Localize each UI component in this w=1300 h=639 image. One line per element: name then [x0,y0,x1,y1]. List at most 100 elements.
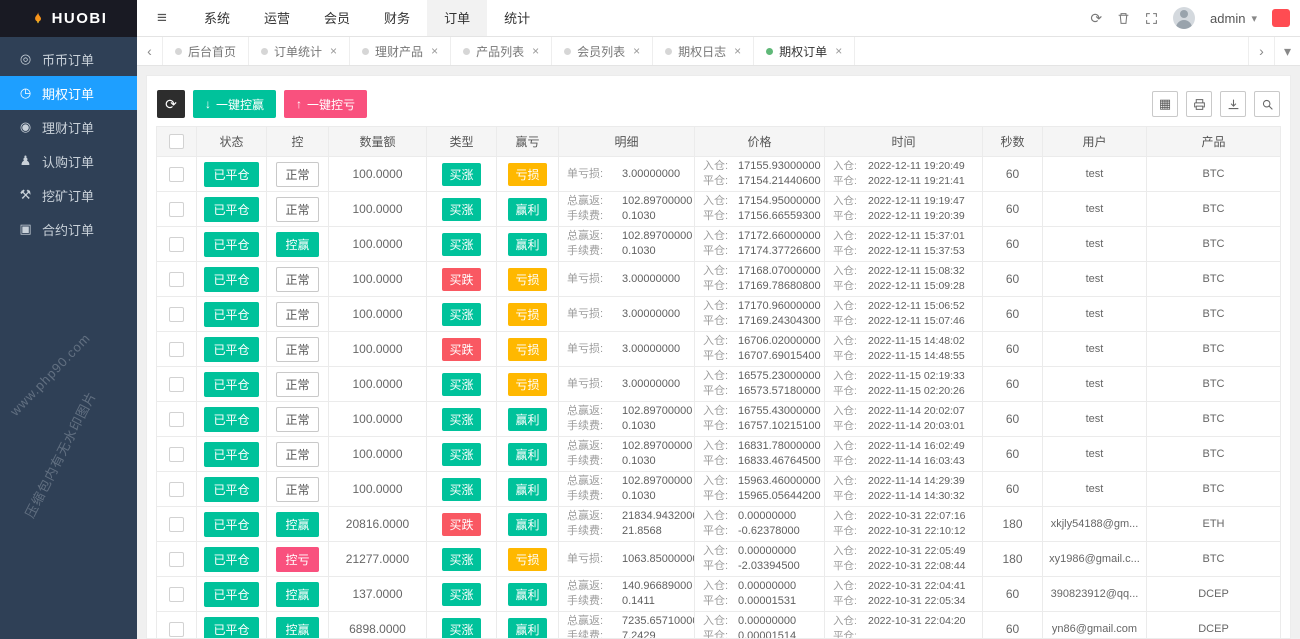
row-checkbox[interactable] [169,482,184,497]
top-nav-item[interactable]: 运营 [247,0,307,36]
refresh-table-button[interactable]: ⟳ [157,90,185,118]
checkbox-header-cell [157,127,197,157]
control-button[interactable]: 控赢 [276,512,318,537]
row-checkbox[interactable] [169,272,184,287]
sidebar-item-finance-orders[interactable]: ◉理财订单 [0,110,137,144]
one-key-control-win-button[interactable]: ↓ 一键控赢 [193,90,276,118]
row-checkbox[interactable] [169,412,184,427]
sidebar-item-coin-orders[interactable]: ◎币币订单 [0,42,137,76]
top-nav-item[interactable]: 财务 [367,0,427,36]
alert-badge[interactable] [1272,9,1290,27]
tab-item[interactable]: 会员列表× [552,37,653,65]
control-button[interactable]: 控赢 [276,582,318,607]
status-button[interactable]: 已平仓 [204,267,258,292]
time-entry-line: 入仓:2022-11-15 14:48:02 [833,334,980,349]
row-checkbox[interactable] [169,517,184,532]
time-entry-value: 2022-12-11 19:19:47 [868,194,965,209]
top-nav-item[interactable]: 系统 [187,0,247,36]
tab-item[interactable]: 订单统计× [249,37,350,65]
tabs-scroll-right-button[interactable]: › [1248,37,1274,65]
tab-item[interactable]: 产品列表× [451,37,552,65]
menu-toggle-icon[interactable]: ≡ [137,0,187,36]
control-button[interactable]: 正常 [276,442,318,467]
tab-close-icon[interactable]: × [431,44,438,58]
detail-label: 总赢返: [567,439,617,454]
control-button[interactable]: 控赢 [276,232,318,257]
fullscreen-icon[interactable] [1145,12,1158,25]
row-checkbox[interactable] [169,167,184,182]
control-button[interactable]: 正常 [276,407,318,432]
control-button[interactable]: 控亏 [276,547,318,572]
detail-cell: 单亏损:3.00000000 [559,262,695,297]
sidebar-item-subscribe-orders[interactable]: ♟认购订单 [0,144,137,178]
time-exit-line: 平仓:2022-10-31 22:05:34 [833,594,980,609]
row-checkbox[interactable] [169,587,184,602]
arrow-down-icon: ↓ [205,97,211,111]
row-checkbox[interactable] [169,307,184,322]
top-nav-item[interactable]: 会员 [307,0,367,36]
avatar[interactable] [1173,7,1195,29]
status-button[interactable]: 已平仓 [204,162,258,187]
time-entry-value: 2022-12-11 15:06:52 [868,299,965,314]
status-button[interactable]: 已平仓 [204,407,258,432]
status-button[interactable]: 已平仓 [204,372,258,397]
control-button[interactable]: 正常 [276,162,318,187]
control-button[interactable]: 正常 [276,197,318,222]
tab-item[interactable]: 理财产品× [350,37,451,65]
one-key-control-lose-button[interactable]: ↑ 一键控亏 [284,90,367,118]
status-button[interactable]: 已平仓 [204,442,258,467]
tabs-scroll-left-button[interactable]: ‹ [137,37,163,65]
user-menu[interactable]: admin [1210,11,1245,26]
tab-close-icon[interactable]: × [835,44,842,58]
status-button[interactable]: 已平仓 [204,547,258,572]
caret-down-icon[interactable]: ▾ [1251,12,1257,25]
search-button[interactable] [1254,91,1280,117]
status-button[interactable]: 已平仓 [204,232,258,257]
control-button[interactable]: 正常 [276,267,318,292]
row-checkbox[interactable] [169,622,184,637]
row-checkbox[interactable] [169,237,184,252]
tab-dot-icon [261,48,268,55]
top-nav-item[interactable]: 统计 [487,0,547,36]
print-button[interactable] [1186,91,1212,117]
price-exit-line: 平仓:15965.05644200 [703,489,822,504]
tab-item[interactable]: 期权订单× [754,37,855,65]
status-button[interactable]: 已平仓 [204,617,258,639]
control-button[interactable]: 控赢 [276,617,318,639]
row-checkbox[interactable] [169,552,184,567]
status-button[interactable]: 已平仓 [204,582,258,607]
detail-label: 总赢返: [567,579,617,594]
time-cell: 入仓:2022-10-31 22:07:16平仓:2022-10-31 22:1… [825,507,983,542]
status-button[interactable]: 已平仓 [204,512,258,537]
tab-close-icon[interactable]: × [734,44,741,58]
sidebar-item-contract-orders[interactable]: ▣合约订单 [0,212,137,246]
tabs-menu-button[interactable]: ▾ [1274,37,1300,65]
status-button[interactable]: 已平仓 [204,197,258,222]
sidebar-item-option-orders[interactable]: ◷期权订单 [0,76,137,110]
row-checkbox[interactable] [169,342,184,357]
control-button[interactable]: 正常 [276,372,318,397]
row-checkbox[interactable] [169,447,184,462]
export-button[interactable] [1220,91,1246,117]
status-button[interactable]: 已平仓 [204,337,258,362]
control-button[interactable]: 正常 [276,302,318,327]
clear-cache-icon[interactable] [1117,12,1130,25]
tab-close-icon[interactable]: × [330,44,337,58]
type-cell: 买涨 [427,367,497,402]
row-checkbox[interactable] [169,202,184,217]
tab-item[interactable]: 后台首页 [163,37,249,65]
tab-close-icon[interactable]: × [532,44,539,58]
control-button[interactable]: 正常 [276,337,318,362]
tab-close-icon[interactable]: × [633,44,640,58]
refresh-icon[interactable]: ⟳ [1090,10,1102,27]
tab-item[interactable]: 期权日志× [653,37,754,65]
row-checkbox[interactable] [169,377,184,392]
sidebar-item-mining-orders[interactable]: ⚒挖矿订单 [0,178,137,212]
status-button[interactable]: 已平仓 [204,477,258,502]
top-nav-item[interactable]: 订单 [427,0,487,36]
filter-columns-button[interactable]: ▦ [1152,91,1178,117]
status-button[interactable]: 已平仓 [204,302,258,327]
control-button[interactable]: 正常 [276,477,318,502]
time-exit-line: 平仓:2022-11-14 20:03:01 [833,419,980,434]
select-all-checkbox[interactable] [169,134,184,149]
